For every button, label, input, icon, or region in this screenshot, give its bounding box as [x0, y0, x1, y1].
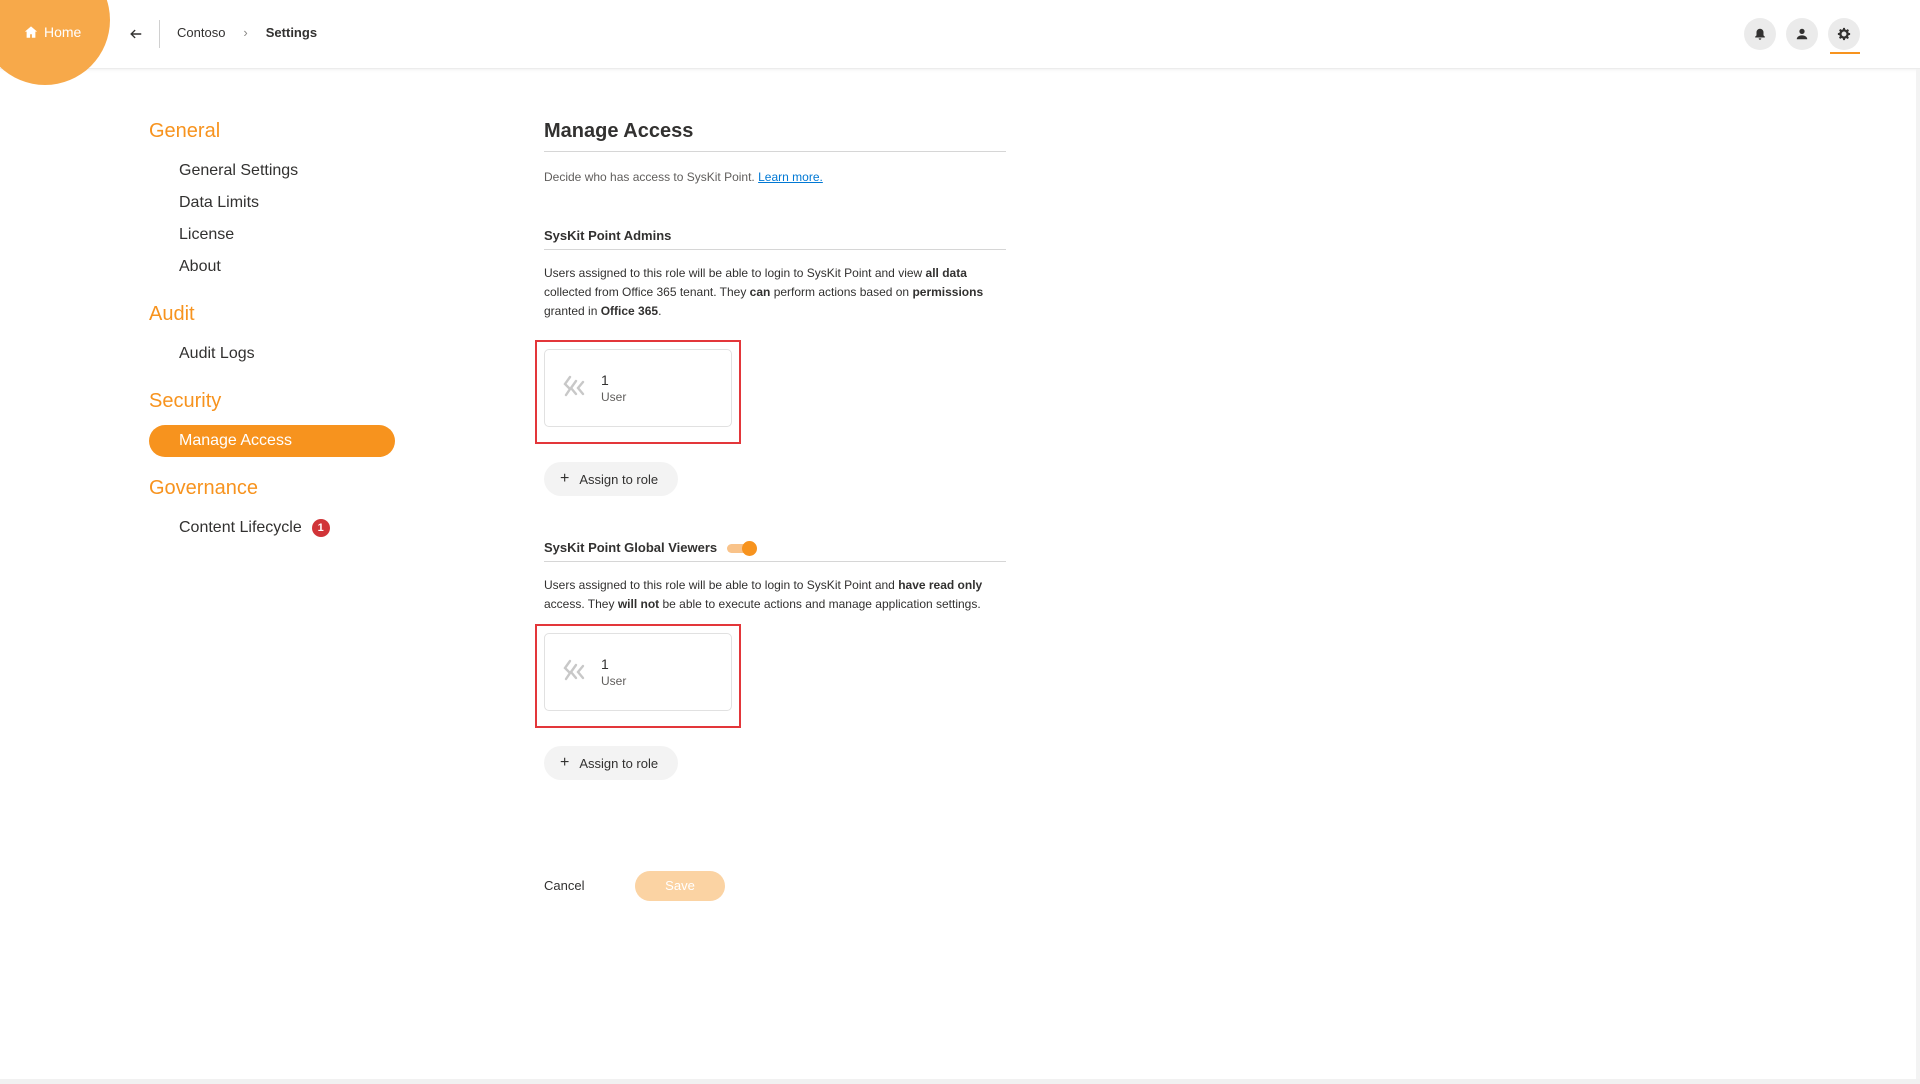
page-description: Decide who has access to SysKit Point. L…: [544, 170, 823, 184]
sidebar-item-license[interactable]: License: [149, 219, 395, 251]
admins-user-label: User: [601, 390, 627, 404]
home-icon: [24, 26, 38, 38]
back-button[interactable]: [126, 24, 146, 44]
settings-sidebar: General General Settings Data Limits Lic…: [149, 118, 395, 562]
topbar-divider: [159, 20, 160, 48]
viewers-highlight-box: 1 User: [535, 624, 741, 728]
toggle-knob: [742, 540, 758, 556]
notification-badge: 1: [311, 519, 330, 537]
syskit-logo-icon: [563, 659, 585, 681]
plus-icon: +: [560, 754, 570, 771]
admins-assign-to-role-button[interactable]: + Assign to role: [544, 462, 679, 496]
admins-user-card[interactable]: 1 User: [544, 349, 732, 427]
scrollbar[interactable]: [1916, 69, 1920, 1081]
save-button[interactable]: Save: [635, 871, 725, 901]
settings-button[interactable]: [1828, 18, 1860, 50]
viewers-enabled-toggle[interactable]: [727, 540, 758, 556]
sidebar-item-content-lifecycle[interactable]: Content Lifecycle 1: [149, 512, 395, 544]
admins-role-title: SysKit Point Admins: [544, 228, 672, 243]
profile-button[interactable]: [1786, 18, 1818, 50]
sidebar-section-general: General: [149, 120, 221, 142]
sidebar-item-about[interactable]: About: [149, 251, 395, 283]
admins-user-count: 1: [601, 372, 609, 388]
viewers-assign-to-role-button[interactable]: + Assign to role: [544, 746, 679, 780]
admins-highlight-box: 1 User: [535, 340, 741, 444]
sidebar-item-data-limits[interactable]: Data Limits: [149, 187, 395, 219]
viewers-user-label: User: [601, 674, 627, 688]
viewers-role-description: Users assigned to this role will be able…: [544, 578, 983, 611]
sidebar-group-security: Security Manage Access: [149, 388, 395, 457]
viewers-user-card[interactable]: 1 User: [544, 633, 732, 711]
bell-icon: [1755, 28, 1765, 40]
viewers-role-header: SysKit Point Global Viewers: [544, 534, 1006, 562]
top-bar: Home Contoso › Settings: [0, 0, 1920, 85]
admins-role-header: SysKit Point Admins: [544, 222, 1006, 250]
sidebar-group-governance: Governance Content Lifecycle 1: [149, 475, 395, 544]
page-title: Manage Access: [544, 118, 1006, 152]
syskit-logo-icon: [563, 375, 585, 397]
arrow-left-icon: [130, 29, 142, 39]
chevron-right-icon: ›: [243, 25, 248, 40]
breadcrumb-contoso[interactable]: Contoso: [177, 25, 225, 40]
form-actions: Cancel Save: [544, 871, 725, 901]
sidebar-section-governance: Governance: [149, 477, 258, 499]
cancel-button[interactable]: Cancel: [544, 871, 635, 901]
sidebar-item-manage-access[interactable]: Manage Access: [149, 425, 395, 457]
home-blob: [0, 0, 110, 85]
sidebar-item-audit-logs[interactable]: Audit Logs: [149, 338, 395, 370]
sidebar-item-label: Content Lifecycle: [179, 519, 302, 536]
user-icon: [1796, 28, 1808, 40]
home-button[interactable]: Home: [24, 24, 81, 40]
admins-section: SysKit Point Admins Users assigned to th…: [535, 222, 1006, 496]
settings-active-indicator: [1830, 52, 1860, 54]
viewers-section: SysKit Point Global Viewers Users assign…: [535, 534, 1006, 780]
learn-more-link[interactable]: Learn more.: [758, 170, 823, 184]
sidebar-group-audit: Audit Audit Logs: [149, 301, 395, 370]
home-label: Home: [44, 24, 82, 40]
sidebar-section-security: Security: [149, 390, 222, 412]
breadcrumb: Contoso › Settings: [177, 25, 317, 40]
manage-access-panel: Manage Access Decide who has access to S…: [535, 118, 1006, 780]
bottom-edge: [0, 1079, 1920, 1084]
admins-role-description: Users assigned to this role will be able…: [544, 266, 984, 318]
notifications-button[interactable]: [1744, 18, 1776, 50]
breadcrumb-settings: Settings: [265, 25, 318, 40]
gear-icon: [1837, 27, 1851, 41]
sidebar-group-general: General General Settings Data Limits Lic…: [149, 118, 395, 283]
sidebar-section-audit: Audit: [149, 303, 195, 325]
viewers-role-title: SysKit Point Global Viewers: [544, 540, 718, 555]
sidebar-item-general-settings[interactable]: General Settings: [149, 155, 395, 187]
viewers-user-count: 1: [601, 656, 609, 672]
plus-icon: +: [560, 470, 570, 487]
